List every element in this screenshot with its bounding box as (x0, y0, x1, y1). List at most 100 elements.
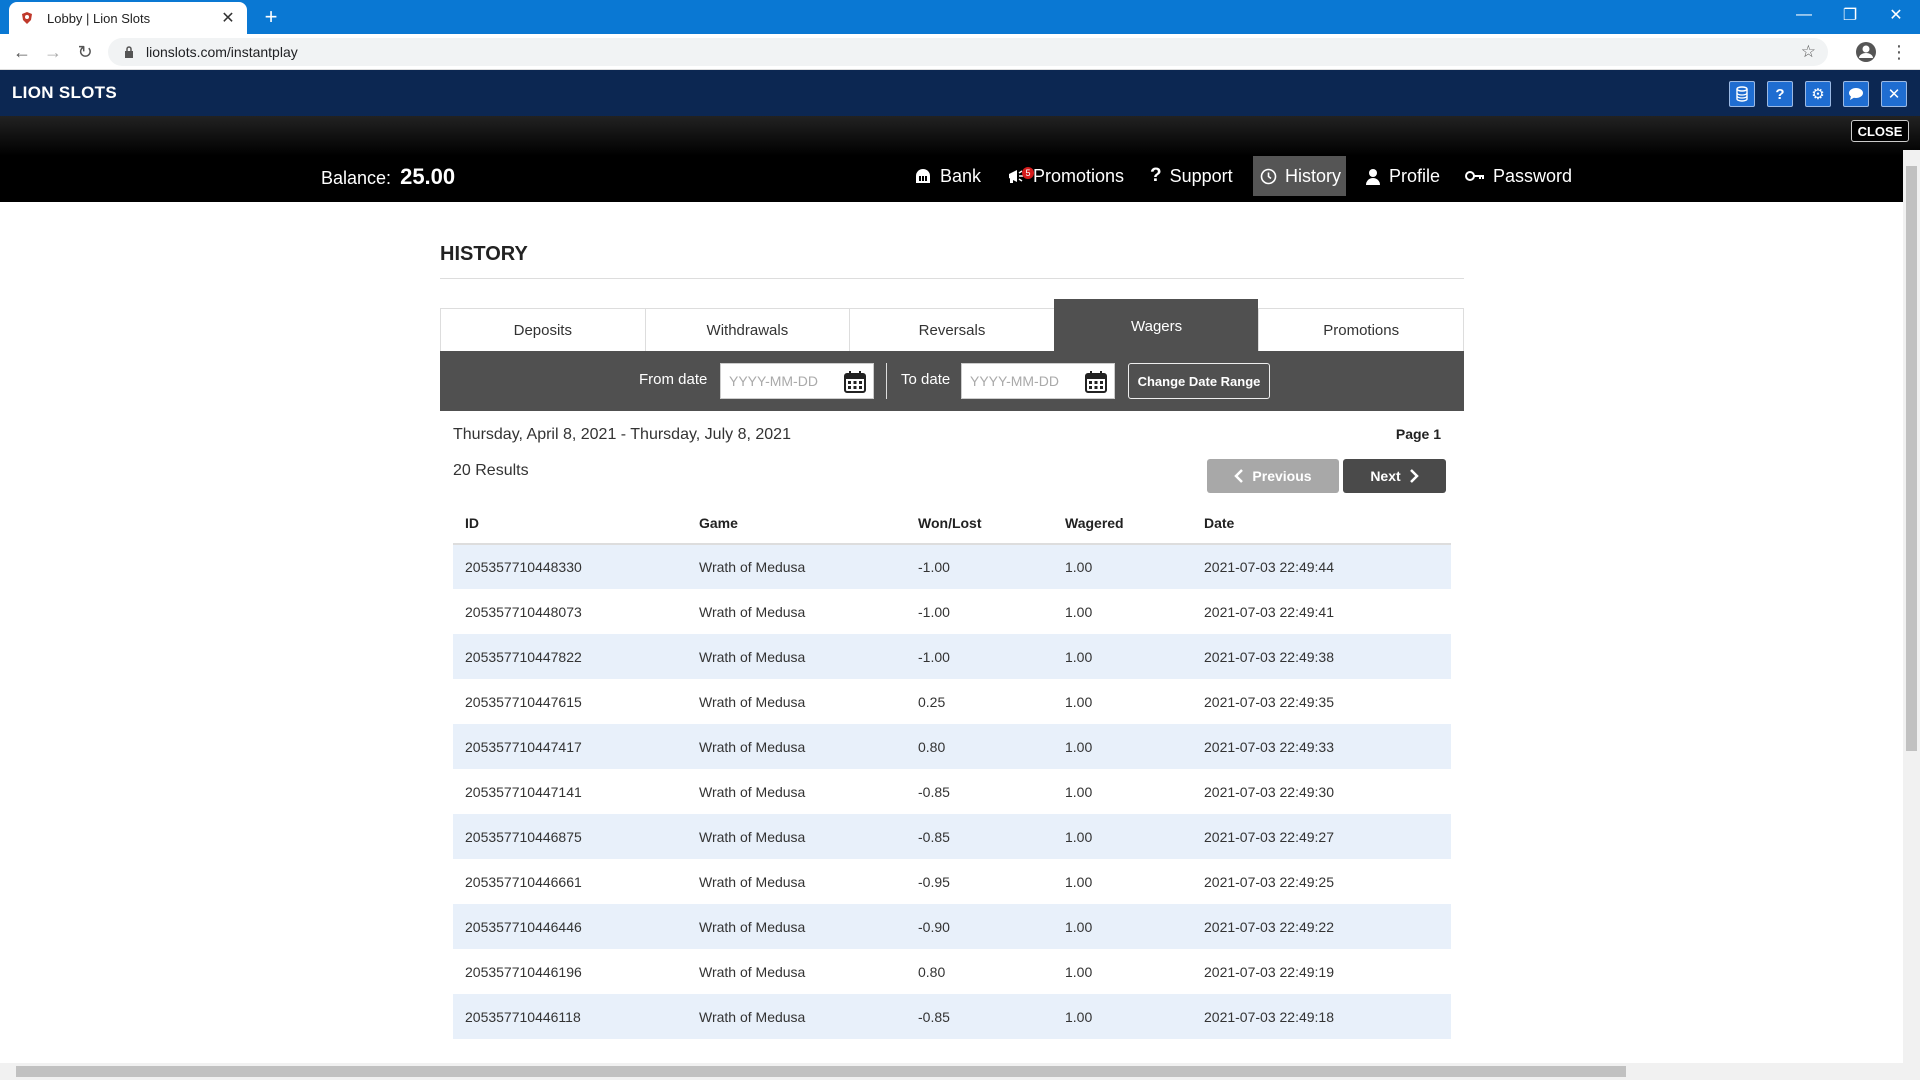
to-date-input[interactable] (970, 373, 1080, 389)
cell-wagered: 1.00 (1053, 994, 1192, 1039)
tab-wagers[interactable]: Wagers (1053, 299, 1259, 353)
col-game[interactable]: Game (687, 502, 906, 545)
reload-icon[interactable]: ↻ (73, 40, 97, 64)
site-header: LION SLOTS ? ⚙ ✕ (0, 70, 1920, 116)
cell-id: 205357710448073 (465, 603, 582, 620)
table-row[interactable]: 205357710446661 Wrath of Medusa -0.95 1.00 2… (453, 859, 1451, 904)
forward-icon[interactable]: → (41, 40, 65, 64)
cell-won-lost: -1.00 (918, 603, 950, 620)
url-input[interactable]: lionslots.com/instantplay ☆ (108, 38, 1828, 66)
change-date-range-button[interactable]: Change Date Range (1128, 363, 1270, 399)
nav-support[interactable]: ? Support (1143, 156, 1240, 196)
next-label: Next (1370, 468, 1401, 484)
cell-date: 2021-07-03 22:49:33 (1192, 724, 1451, 769)
col-id[interactable]: ID (453, 502, 687, 545)
table-row[interactable]: 205357710446446 Wrath of Medusa -0.90 1.00 2… (453, 904, 1451, 949)
table-row[interactable]: 205357710447615 Wrath of Medusa 0.25 1.00 20… (453, 679, 1451, 724)
nav-history[interactable]: History (1253, 156, 1346, 196)
cell-wagered: 1.00 (1065, 783, 1093, 800)
title-divider (440, 278, 1464, 279)
from-date-field[interactable] (720, 363, 874, 399)
nav-bank[interactable]: Bank (907, 156, 988, 196)
previous-button[interactable]: Previous (1207, 459, 1339, 493)
gear-icon[interactable]: ⚙ (1805, 81, 1831, 107)
window-close-icon[interactable]: ✕ (1874, 0, 1918, 30)
nav-bank-label: Bank (940, 165, 982, 186)
cell-date: 2021-07-03 22:49:19 (1204, 963, 1334, 980)
back-icon[interactable]: ← (10, 40, 34, 64)
to-date-field[interactable] (961, 363, 1115, 399)
table-row[interactable]: 205357710446196 Wrath of Medusa 0.80 1.00 20… (453, 949, 1451, 994)
table-row[interactable]: 205357710446875 Wrath of Medusa -0.85 1.00 2… (453, 814, 1451, 859)
to-date-label: To date (901, 371, 951, 388)
cell-won-lost: -0.85 (918, 783, 950, 800)
col-date[interactable]: Date (1192, 502, 1451, 545)
cell-date: 2021-07-03 22:49:27 (1192, 814, 1451, 859)
cell-wagered: 1.00 (1065, 873, 1093, 890)
calendar-icon[interactable] (843, 370, 867, 394)
nav-password[interactable]: Password (1458, 156, 1579, 196)
cell-date: 2021-07-03 22:49:41 (1204, 603, 1334, 620)
restore-icon[interactable]: ❐ (1828, 0, 1872, 30)
cell-game: Wrath of Medusa (687, 724, 906, 769)
coins-icon[interactable] (1729, 81, 1755, 107)
table-row[interactable]: 205357710448073 Wrath of Medusa -1.00 1.00 2… (453, 589, 1451, 634)
bookmark-star-icon[interactable]: ☆ (1801, 42, 1816, 62)
cell-wagered: 1.00 (1053, 724, 1192, 769)
chevron-left-icon (1234, 469, 1244, 483)
cell-wagered: 1.00 (1065, 963, 1093, 980)
table-header-row: ID Game Won/Lost Wagered Date (453, 502, 1451, 545)
balance-value: 25.00 (400, 164, 456, 189)
balance-display: Balance: 25.00 (321, 164, 455, 190)
nav-profile[interactable]: Profile (1358, 156, 1447, 196)
table-body: 205357710448330 Wrath of Medusa -1.00 1.00 2… (453, 544, 1451, 1039)
cell-game: Wrath of Medusa (699, 603, 806, 620)
cell-id: 205357710446661 (465, 873, 582, 890)
balance-label: Balance: (321, 168, 392, 188)
cell-game: Wrath of Medusa (687, 904, 906, 949)
cell-game: Wrath of Medusa (687, 994, 906, 1039)
cell-wagered: 1.00 (1053, 544, 1192, 589)
browser-tab[interactable]: Lobby | Lion Slots ✕ (9, 2, 247, 34)
cell-game: Wrath of Medusa (687, 544, 906, 589)
cell-wagered: 1.00 (1053, 904, 1192, 949)
new-tab-icon[interactable]: + (259, 4, 283, 30)
tab-close-icon[interactable]: ✕ (219, 8, 237, 28)
account-icon[interactable] (1855, 41, 1877, 63)
tab-promotions[interactable]: Promotions (1258, 308, 1464, 353)
cell-date: 2021-07-03 22:49:35 (1204, 693, 1334, 710)
table-row[interactable]: 205357710448330 Wrath of Medusa -1.00 1.00 2… (453, 544, 1451, 589)
tab-withdrawals[interactable]: Withdrawals (644, 308, 850, 353)
cell-date: 2021-07-03 22:49:44 (1192, 544, 1451, 589)
cell-won-lost: -0.90 (906, 904, 1053, 949)
from-date-input[interactable] (729, 373, 839, 389)
page-title: HISTORY (440, 243, 528, 265)
minimize-icon[interactable]: — (1782, 0, 1826, 30)
table-row[interactable]: 205357710447822 Wrath of Medusa -1.00 1.00 2… (453, 634, 1451, 679)
from-date-label: From date (639, 371, 708, 388)
calendar-icon[interactable] (1084, 370, 1108, 394)
close-button[interactable]: CLOSE (1851, 120, 1909, 142)
vertical-scroll-thumb[interactable] (1906, 166, 1917, 751)
help-icon[interactable]: ? (1767, 81, 1793, 107)
tab-deposits[interactable]: Deposits (440, 308, 645, 353)
tab-reversals[interactable]: Reversals (849, 308, 1054, 353)
table-row[interactable]: 205357710447141 Wrath of Medusa -0.85 1.00 2… (453, 769, 1451, 814)
nav-history-label: History (1285, 165, 1342, 186)
close-icon[interactable]: ✕ (1881, 81, 1907, 107)
nav-profile-label: Profile (1389, 165, 1441, 186)
lion-favicon-icon (19, 10, 35, 26)
chat-icon[interactable] (1843, 81, 1869, 107)
cell-won-lost: 0.80 (918, 963, 946, 980)
cell-wagered: 1.00 (1053, 634, 1192, 679)
cell-id: 205357710446196 (465, 963, 582, 980)
horizontal-scroll-thumb[interactable] (16, 1066, 1626, 1077)
col-won-lost[interactable]: Won/Lost (906, 502, 1053, 545)
site-logo[interactable]: LION SLOTS (12, 83, 117, 103)
nav-promotions[interactable]: 5 Promotions (1000, 156, 1131, 196)
col-wagered[interactable]: Wagered (1053, 502, 1192, 545)
table-row[interactable]: 205357710446118 Wrath of Medusa -0.85 1.00 2… (453, 994, 1451, 1039)
table-row[interactable]: 205357710447417 Wrath of Medusa 0.80 1.00 20… (453, 724, 1451, 769)
next-button[interactable]: Next (1343, 459, 1446, 493)
browser-menu-icon[interactable]: ⋮ (1890, 41, 1908, 63)
